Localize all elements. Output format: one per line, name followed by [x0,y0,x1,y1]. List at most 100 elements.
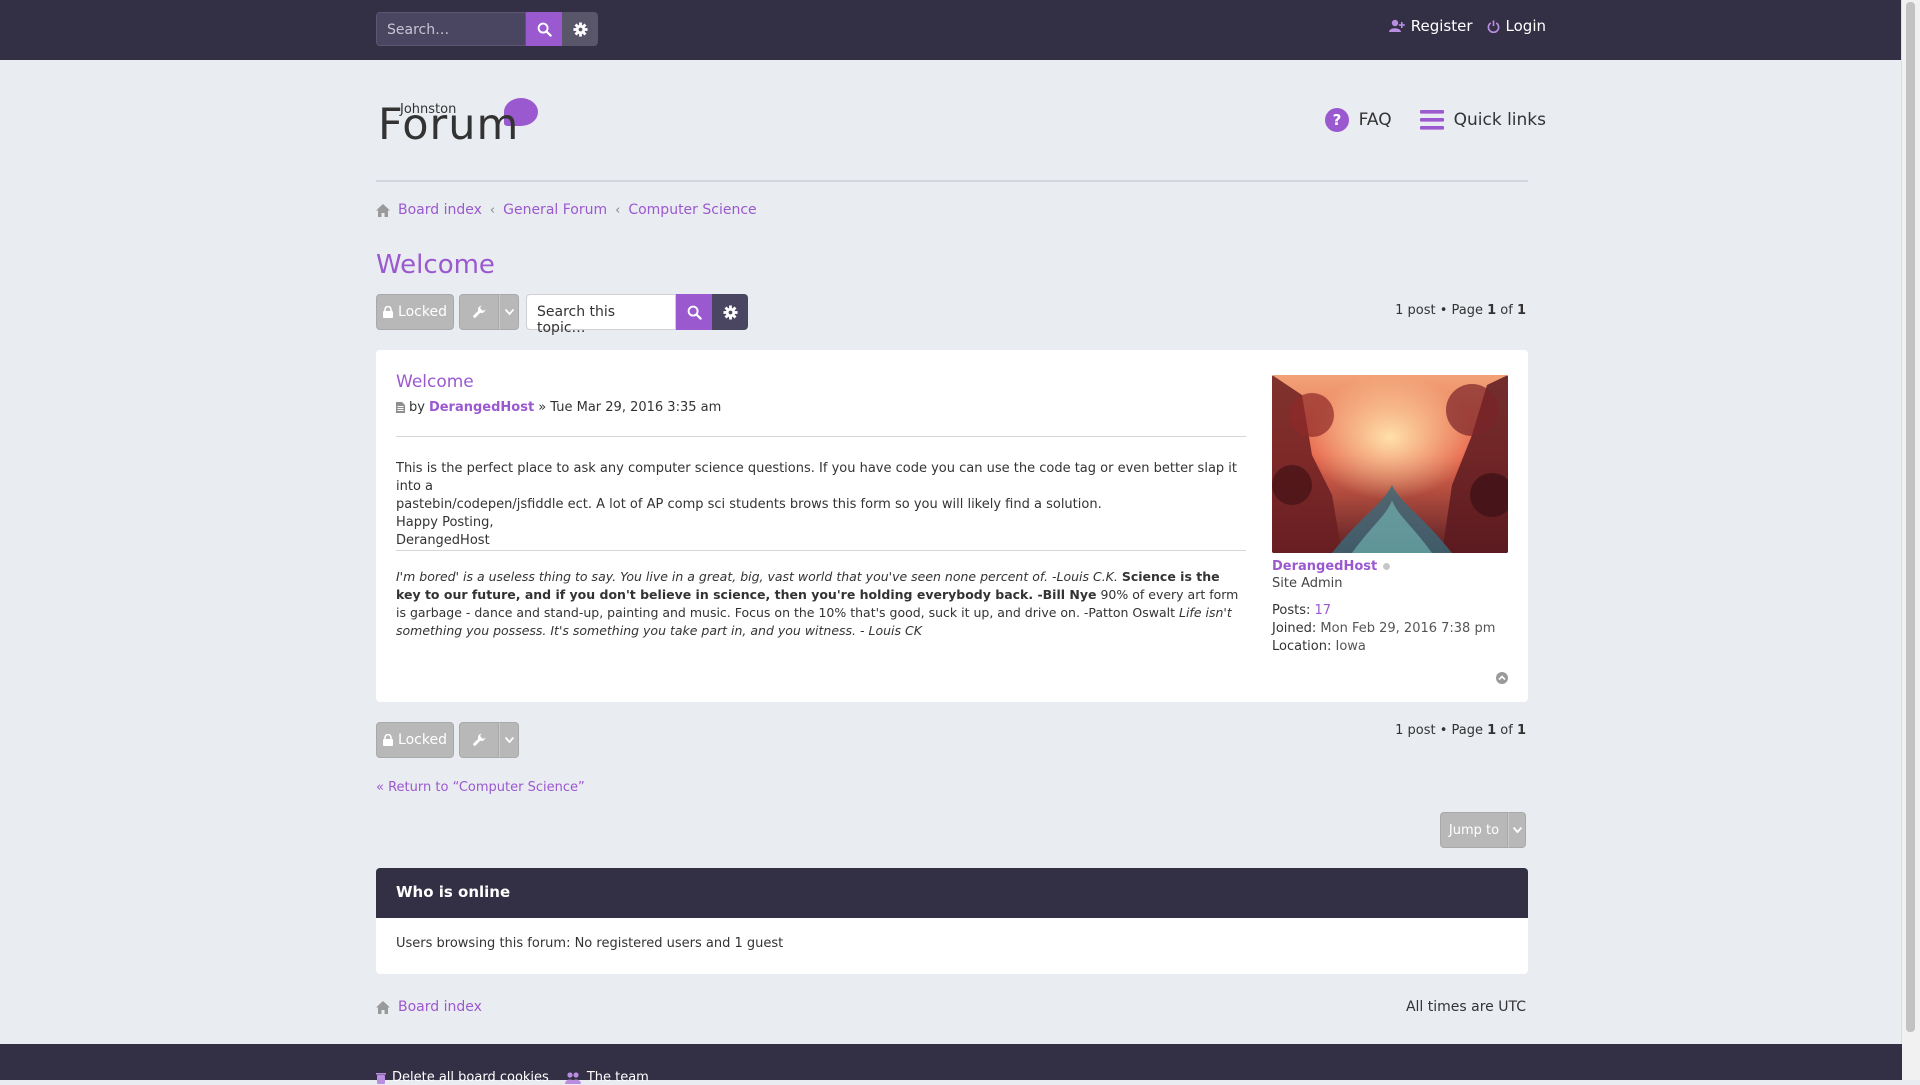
search-icon [687,305,702,320]
topic-search-input[interactable]: Search this topic… [526,294,676,336]
post-title[interactable]: Welcome [396,372,474,392]
user-links: Register Login [1388,17,1546,35]
chevron-down-icon [504,309,514,315]
home-icon [376,203,390,217]
post-content-line: This is the perfect place to ask any com… [396,461,1238,494]
profile-username-link[interactable]: DerangedHost [1272,559,1377,574]
post-content: This is the perfect place to ask any com… [396,460,1246,550]
breadcrumb-computer-science[interactable]: Computer Science [628,202,756,218]
page-info-text: 1 post • Page [1395,723,1488,738]
header-links: ? FAQ Quick links [1324,108,1546,132]
who-is-online-text: Users browsing this forum: No registered… [376,918,1528,974]
header-search-input[interactable]: Search… [376,12,526,46]
delete-cookies-link[interactable]: Delete all board cookies [376,1070,549,1085]
quick-links-menu[interactable]: Quick links [1419,110,1546,130]
header-search: Search… [376,12,598,46]
header-divider [376,180,1528,182]
post-content-line: pastebin/codepen/jsfiddle ect. A lot of … [396,497,1102,512]
chevron-down-icon [1512,827,1522,833]
svg-text:?: ? [1332,111,1341,129]
site-logo[interactable]: Forum Johnston [378,92,548,150]
profile-location-label: Location: [1272,639,1332,654]
login-link[interactable]: Login [1487,17,1546,35]
post-date: » Tue Mar 29, 2016 3:35 am [538,400,722,415]
scrollbar-thumb[interactable] [1906,2,1915,1032]
locked-button[interactable]: Locked [376,294,454,330]
pagination-info-bottom: 1 post • Page 1 of 1 [1395,723,1526,738]
jump-to-dropdown[interactable]: Jump to [1440,812,1526,848]
question-circle-icon: ? [1324,108,1349,132]
topic-search-button[interactable] [676,294,712,330]
post-meta: by DerangedHost » Tue Mar 29, 2016 3:35 … [396,400,721,415]
post-divider [396,436,1246,437]
topic-tools-button[interactable] [459,294,499,330]
back-to-top-icon[interactable] [1496,672,1508,684]
page-title[interactable]: Welcome [376,250,495,280]
post-content-line: DerangedHost [396,533,490,548]
profile-location: Location: Iowa [1272,639,1508,654]
profile-rank: Site Admin [1272,576,1343,591]
team-link[interactable]: The team [564,1070,649,1085]
logo-small-text: Johnston [400,102,457,117]
page-info-text: 1 post • Page [1395,303,1488,318]
post-author-link[interactable]: DerangedHost [429,400,534,415]
page-total: 1 [1516,303,1526,318]
team-label: The team [586,1070,649,1085]
search-icon [537,22,552,37]
post-file-icon[interactable] [396,402,405,413]
topic-tools-dropdown-bottom[interactable] [459,722,519,758]
footer-breadcrumb: Board index [376,999,482,1015]
page-current: 1 [1487,723,1497,738]
topic-actions-bottom: Locked [376,722,519,758]
page-of: of [1496,303,1517,318]
users-icon [564,1071,581,1084]
topic-tools-toggle[interactable] [499,294,519,330]
breadcrumb-general-forum[interactable]: General Forum [503,202,607,218]
profile-location-value: Iowa [1335,639,1366,654]
register-link[interactable]: Register [1388,17,1473,35]
timezone-info: All times are UTC [1405,999,1526,1015]
footer-links: Delete all board cookies The team [376,1070,649,1085]
page-current: 1 [1487,303,1497,318]
profile-posts-label: Posts: [1272,603,1311,618]
trash-icon [376,1072,386,1084]
gear-icon [572,21,588,37]
quick-links-label: Quick links [1453,110,1546,130]
profile-posts-link[interactable]: 17 [1315,603,1332,618]
locked-label: Locked [398,304,447,320]
topic-advanced-search-button[interactable] [712,294,748,330]
login-label: Login [1505,17,1546,35]
jump-to-toggle[interactable] [1508,812,1526,848]
faq-label: FAQ [1358,110,1392,130]
topic-tools-dropdown[interactable] [459,294,519,330]
topic-tools-toggle[interactable] [499,722,519,758]
breadcrumb-board-index[interactable]: Board index [398,202,482,218]
advanced-search-button[interactable] [562,12,598,46]
footer-board-index-link[interactable]: Board index [398,999,482,1015]
double-chevron-left-icon: « [376,780,384,795]
header-search-button[interactable] [526,12,562,46]
page-footer: Delete all board cookies The team [0,1044,1902,1085]
who-is-online-title: Who is online [376,868,1528,918]
wrench-icon [472,733,486,747]
faq-link[interactable]: ? FAQ [1324,108,1392,132]
jump-to-button[interactable]: Jump to [1440,812,1508,848]
locked-button-bottom[interactable]: Locked [376,722,454,758]
page-scrollbar[interactable] [1901,0,1920,1080]
topic-search: Search this topic… [526,294,748,336]
return-label: Return to “Computer Science” [388,780,585,795]
locked-label: Locked [398,732,447,748]
lock-icon [383,734,394,746]
post-content-line: Happy Posting, [396,515,494,530]
post-signature: I'm bored' is a useless thing to say. Yo… [396,568,1246,640]
return-to-forum-link[interactable]: « Return to “Computer Science” [376,780,585,795]
breadcrumb-separator: ‹ [615,202,621,218]
topic-tools-button[interactable] [459,722,499,758]
profile-joined-label: Joined: [1272,621,1317,636]
profile-joined-value: Mon Feb 29, 2016 7:38 pm [1320,621,1496,636]
breadcrumb-separator: ‹ [489,202,496,218]
pagination-info-top: 1 post • Page 1 of 1 [1395,303,1526,318]
signature-divider [396,550,1246,551]
page-of: of [1496,723,1517,738]
profile-username: DerangedHost [1272,559,1508,574]
